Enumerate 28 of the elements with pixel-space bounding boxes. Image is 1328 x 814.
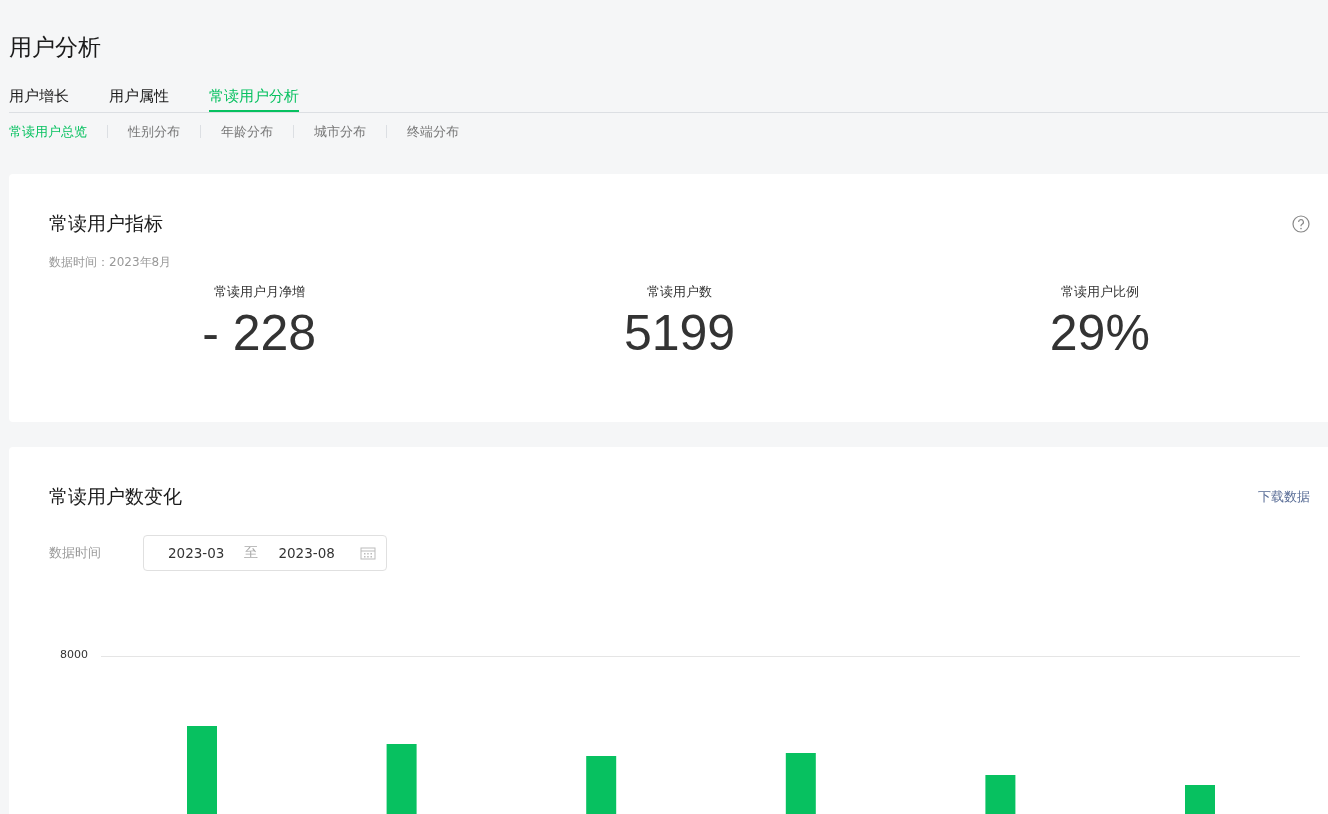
- tab[interactable]: 常读用户分析: [209, 81, 299, 112]
- sub-tab[interactable]: 年龄分布: [221, 122, 273, 141]
- chart-bar: [1185, 785, 1215, 814]
- date-range-field[interactable]: 2023-03 至 2023-08: [143, 535, 387, 571]
- data-time: 数据时间：2023年8月: [49, 254, 173, 270]
- sub-tab[interactable]: 终端分布: [407, 122, 459, 141]
- chart-bar: [785, 753, 816, 814]
- metric-value: - 228: [202, 304, 317, 363]
- tab[interactable]: 用户属性: [109, 81, 169, 112]
- help-icon[interactable]: [1292, 215, 1310, 233]
- sub-tab[interactable]: 性别分布: [128, 122, 180, 141]
- metric-value: 29%: [1049, 304, 1150, 363]
- chart-bar: [985, 775, 1016, 814]
- chart-bar: [586, 756, 617, 814]
- metric-label: 常读用户月净增: [213, 284, 305, 301]
- metric-value: 5199: [623, 304, 736, 363]
- axis-tick-label: 8000: [60, 648, 88, 661]
- metric-label: 常读用户比例: [1060, 284, 1139, 301]
- tab[interactable]: 用户增长: [9, 81, 69, 112]
- sub-tab[interactable]: 城市分布: [314, 122, 366, 141]
- chart-bar: [386, 744, 417, 814]
- page-title: 用户分析: [9, 33, 102, 62]
- download-link[interactable]: 下载数据: [1258, 488, 1310, 506]
- card-title: 常读用户数变化: [49, 484, 182, 509]
- card-title: 常读用户指标: [49, 211, 163, 236]
- sub-tab[interactable]: 常读用户总览: [9, 122, 87, 141]
- date-label: 数据时间: [49, 544, 102, 562]
- metric-label: 常读用户数: [647, 284, 712, 301]
